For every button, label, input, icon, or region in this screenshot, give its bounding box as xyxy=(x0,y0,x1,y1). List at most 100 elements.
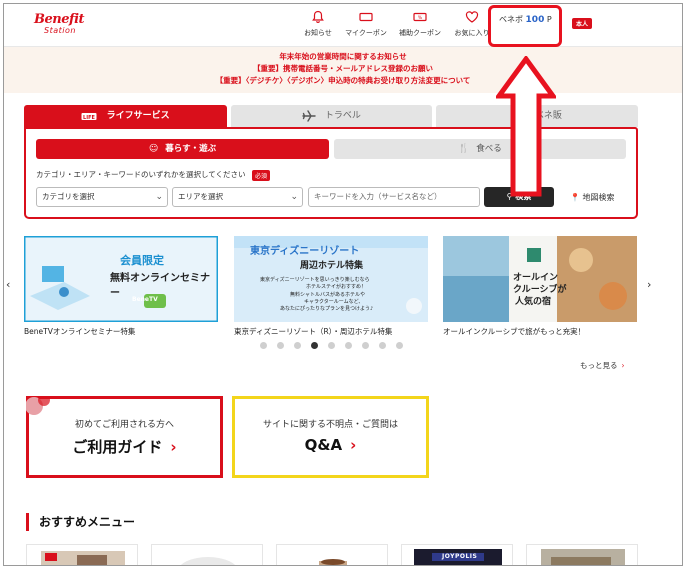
benefit-station-logo[interactable]: Benefit Station xyxy=(34,12,94,38)
subtab-label: 暮らす・遊ぶ xyxy=(165,144,217,154)
banner-text: 無料オンラインセミナー xyxy=(110,273,210,299)
keyword-input[interactable]: キーワードを入力（サービス名など） xyxy=(308,187,480,207)
banner-logo-text: BeneTV xyxy=(132,296,158,303)
life-service-icon: LIFE xyxy=(81,112,97,120)
chevron-down-icon: ⌄ xyxy=(155,192,163,202)
user-badge[interactable]: 本人 xyxy=(572,18,593,29)
area-select-value: エリアを選択 xyxy=(178,192,223,201)
coupon-icon: % xyxy=(413,12,427,22)
category-select[interactable]: カテゴリを選択 ⌄ xyxy=(36,187,168,207)
recommend-card-image xyxy=(541,549,625,565)
guide-subtitle: サイトに関する不明点・ご質問は xyxy=(262,420,398,430)
nav-subsidy-coupon[interactable]: % 補助クーポン xyxy=(392,8,448,42)
subtab-eat[interactable]: 🍴 食べる xyxy=(334,139,626,159)
carousel-prev-icon[interactable]: ‹ xyxy=(6,278,10,291)
map-search-label: 地図検索 xyxy=(582,193,615,202)
up-arrow-annotation-icon xyxy=(496,56,556,197)
balloon-decoration-icon xyxy=(26,396,50,415)
heart-icon xyxy=(465,11,479,23)
points-highlight-annotation xyxy=(488,5,562,47)
recommend-card[interactable] xyxy=(526,544,638,565)
guide-title: Q&A xyxy=(304,436,343,454)
tab-life-service[interactable]: LIFE ライフサービス xyxy=(24,105,227,127)
carousel-slide-disney[interactable]: 東京ディズニーリゾート 周辺ホテル特集 東京ディズニーリゾートを思いっきり楽しむ… xyxy=(234,236,428,322)
carousel-dots xyxy=(260,342,410,350)
recommend-card-image xyxy=(319,559,347,565)
see-more-link[interactable]: もっと見る › xyxy=(580,360,625,371)
map-pin-icon: 📍 xyxy=(570,193,580,202)
banner-text: あなたにぴったりなプランを見つけよう♪ xyxy=(280,306,374,312)
fork-knife-icon: 🍴 xyxy=(458,144,470,154)
usage-guide-card[interactable]: 初めてご利用される方へ ご利用ガイド › xyxy=(26,396,223,478)
carousel-slide-allinclusive[interactable]: オールイン クルーシブが 人気の宿 xyxy=(443,236,637,322)
search-hint-text: カテゴリ・エリア・キーワードのいずれかを選択してください xyxy=(36,170,246,179)
recommend-card-label: JOYPOLIS xyxy=(442,553,478,560)
area-select[interactable]: エリアを選択 ⌄ xyxy=(172,187,303,207)
map-search-link[interactable]: 📍 地図検索 xyxy=(570,192,615,203)
keyword-placeholder: キーワードを入力（サービス名など） xyxy=(314,192,442,201)
banner-text: ホテルステイがおすすめ！ xyxy=(306,284,367,290)
carousel-dot[interactable] xyxy=(396,342,403,349)
category-select-value: カテゴリを選択 xyxy=(42,192,95,201)
bell-icon xyxy=(312,10,324,23)
banner-text: 東京ディズニーリゾートを思いっきり楽しむなら xyxy=(260,277,370,283)
carousel-dot[interactable] xyxy=(345,342,352,349)
slide-caption[interactable]: オールインクルーシブで旅がもっと充実！ xyxy=(443,326,585,337)
tab-label: ライフサービス xyxy=(106,111,170,121)
carousel-dot[interactable] xyxy=(277,342,284,349)
carousel-dot[interactable] xyxy=(379,342,386,349)
guide-title-row: ご利用ガイド › xyxy=(29,436,220,457)
chevron-right-icon: › xyxy=(350,436,357,454)
airplane-icon xyxy=(302,109,316,122)
smile-icon: ☺ xyxy=(148,144,159,154)
nav-label: 補助クーポン xyxy=(399,29,441,37)
see-more-label: もっと見る xyxy=(580,361,618,370)
carousel-dot[interactable] xyxy=(362,342,369,349)
search-hint: カテゴリ・エリア・キーワードのいずれかを選択してください 必須 xyxy=(36,169,270,181)
recommend-card[interactable]: JOYPOLIS xyxy=(401,544,513,565)
recommend-section-title: おすすめメニュー xyxy=(26,513,135,531)
banner-text: キャラクタールームなど、 xyxy=(304,299,364,305)
banner-text: 人気の宿 xyxy=(515,297,552,307)
carousel-slide-benetv[interactable]: 会員限定 無料オンラインセミナー BeneTV xyxy=(24,236,218,322)
tab-label: トラベル xyxy=(324,111,361,121)
notice-link[interactable]: 【重要】〈デジチケ〉〈デジボン〉申込時の特典お受け取り方法変更について xyxy=(4,75,682,87)
banner-text: 周辺ホテル特集 xyxy=(300,261,364,271)
logo-sub-text: Station xyxy=(44,26,76,35)
carousel-dot-active[interactable] xyxy=(311,342,318,349)
notice-banner: 年末年始の営業時間に関するお知らせ 【重要】携帯電話番号・メールアドレス登録のお… xyxy=(4,47,682,93)
ticket-icon xyxy=(359,12,373,22)
banner-text: 東京ディズニーリゾート xyxy=(250,246,360,257)
browser-frame: Benefit Station お知らせ マイクーポン % 補助クーポン お気に… xyxy=(3,3,683,566)
slide-caption[interactable]: 東京ディズニーリゾート（R）・周辺ホテル特集 xyxy=(234,326,392,337)
subtab-live-play[interactable]: ☺ 暮らす・遊ぶ xyxy=(36,139,329,159)
logo-main-text: Benefit xyxy=(34,12,85,27)
required-badge: 必須 xyxy=(251,169,270,181)
carousel-dot[interactable] xyxy=(328,342,335,349)
carousel-dot[interactable] xyxy=(260,342,267,349)
guide-title: ご利用ガイド xyxy=(72,438,163,456)
svg-text:LIFE: LIFE xyxy=(83,114,95,120)
guide-title-row: Q&A › xyxy=(235,436,426,454)
carousel-next-icon[interactable]: › xyxy=(647,278,651,291)
slide-caption[interactable]: BeneTVオンラインセミナー特集 xyxy=(24,326,135,337)
banner-text: 会員限定 xyxy=(120,254,164,267)
recommend-card-image xyxy=(41,551,125,565)
notice-link[interactable]: 年末年始の営業時間に関するお知らせ xyxy=(4,51,682,63)
svg-text:%: % xyxy=(418,15,423,21)
chevron-right-icon: › xyxy=(621,361,625,370)
chevron-down-icon: ⌄ xyxy=(290,192,298,202)
recommend-card[interactable] xyxy=(26,544,138,565)
qa-card[interactable]: サイトに関する不明点・ご質問は Q&A › xyxy=(232,396,429,478)
recommend-card[interactable] xyxy=(276,544,388,565)
carousel-dot[interactable] xyxy=(294,342,301,349)
chevron-right-icon: › xyxy=(170,438,177,456)
tab-travel[interactable]: トラベル xyxy=(231,105,432,127)
nav-my-coupon[interactable]: マイクーポン xyxy=(338,8,394,42)
nav-label: マイクーポン xyxy=(345,29,387,37)
recommend-card[interactable] xyxy=(151,544,263,565)
notice-link[interactable]: 【重要】携帯電話番号・メールアドレス登録のお願い xyxy=(4,63,682,75)
site-header: Benefit Station お知らせ マイクーポン % 補助クーポン お気に… xyxy=(4,4,682,47)
banner-text: 無料シャトルバスがあるホテルや xyxy=(290,292,366,298)
recommend-card-image xyxy=(180,557,236,565)
